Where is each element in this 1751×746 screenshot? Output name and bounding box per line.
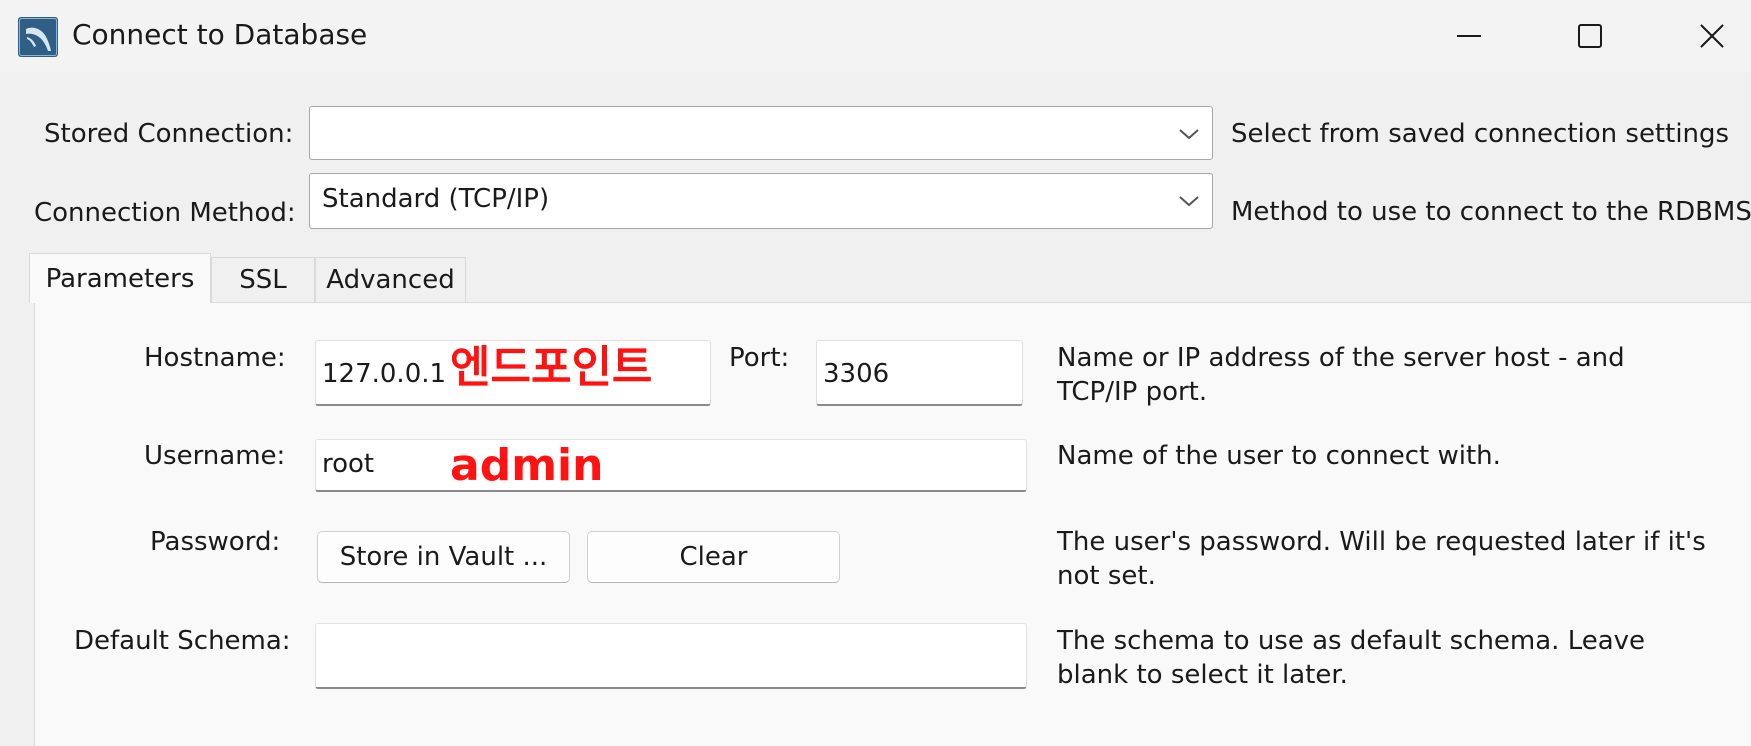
password-description-line1: The user's password. Will be requested l…: [1057, 527, 1706, 557]
tab-ssl[interactable]: SSL: [211, 257, 315, 302]
maximize-button[interactable]: [1535, 0, 1645, 72]
default-schema-description-line1: The schema to use as default schema. Lea…: [1057, 626, 1646, 656]
stored-connection-select[interactable]: [309, 106, 1213, 160]
close-icon: [1700, 24, 1724, 48]
title-bar[interactable]: Connect to Database: [0, 0, 1751, 72]
close-button[interactable]: [1657, 0, 1751, 72]
default-schema-description-line2: blank to select it later.: [1057, 660, 1348, 690]
connect-to-database-dialog: Connect to Database Stored Connection: S…: [0, 0, 1751, 746]
minimize-icon: [1457, 35, 1481, 37]
port-input[interactable]: 3306: [816, 340, 1023, 406]
username-annotation: admin: [450, 440, 604, 491]
port-label: Port:: [729, 343, 790, 373]
username-description: Name of the user to connect with.: [1057, 441, 1501, 471]
chevron-down-icon: [1179, 196, 1199, 207]
hostname-value: 127.0.0.1: [322, 359, 447, 389]
default-schema-label: Default Schema:: [74, 626, 291, 656]
store-in-vault-button[interactable]: Store in Vault ...: [317, 531, 570, 583]
mysql-workbench-dolphin-icon: [18, 17, 58, 57]
clear-password-button[interactable]: Clear: [587, 531, 840, 583]
tab-advanced[interactable]: Advanced: [315, 257, 466, 302]
username-label: Username:: [144, 441, 286, 471]
username-value: root: [322, 449, 375, 479]
minimize-button[interactable]: [1414, 0, 1524, 72]
connection-method-label: Connection Method:: [34, 198, 296, 228]
default-schema-input[interactable]: [315, 623, 1027, 689]
hostname-label: Hostname:: [144, 343, 286, 373]
hostname-description-line1: Name or IP address of the server host - …: [1057, 343, 1625, 373]
username-input[interactable]: root: [315, 439, 1027, 492]
hostname-description-line2: TCP/IP port.: [1057, 377, 1208, 407]
port-value: 3306: [823, 359, 890, 389]
stored-connection-label: Stored Connection:: [44, 119, 294, 149]
connection-method-description: Method to use to connect to the RDBMS: [1231, 197, 1751, 227]
connection-method-select[interactable]: Standard (TCP/IP): [309, 173, 1213, 229]
tab-parameters[interactable]: Parameters: [29, 253, 211, 303]
stored-connection-description: Select from saved connection settings: [1231, 119, 1730, 149]
window-title: Connect to Database: [72, 18, 368, 51]
connection-method-value: Standard (TCP/IP): [322, 184, 550, 214]
password-label: Password:: [150, 527, 281, 557]
maximize-icon: [1578, 24, 1602, 48]
hostname-annotation: 엔드포인트: [450, 342, 653, 393]
chevron-down-icon: [1179, 129, 1199, 140]
password-description-line2: not set.: [1057, 561, 1156, 591]
